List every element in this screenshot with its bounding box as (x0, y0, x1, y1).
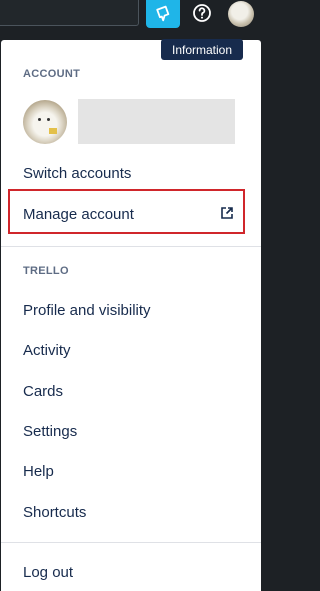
help-icon (193, 4, 211, 22)
log-out-item[interactable]: Log out (23, 564, 73, 581)
manage-account-item[interactable]: Manage account (23, 206, 134, 223)
account-menu: ACCOUNT Switch accounts Manage account T… (1, 40, 261, 591)
external-link-icon (221, 207, 233, 219)
notification-icon (156, 5, 170, 22)
cards-item[interactable]: Cards (23, 383, 63, 400)
divider (1, 542, 261, 543)
trello-section-title: TRELLO (23, 265, 69, 277)
search-field[interactable] (0, 0, 139, 26)
profile-visibility-item[interactable]: Profile and visibility (23, 302, 151, 319)
settings-item[interactable]: Settings (23, 423, 77, 440)
switch-accounts-item[interactable]: Switch accounts (23, 165, 131, 182)
account-avatar (23, 100, 67, 144)
shortcuts-item[interactable]: Shortcuts (23, 504, 86, 521)
help-item[interactable]: Help (23, 463, 54, 480)
information-tooltip: Information (161, 39, 243, 60)
activity-item[interactable]: Activity (23, 342, 71, 359)
top-bar (0, 0, 263, 30)
account-section-title: ACCOUNT (23, 68, 81, 80)
avatar[interactable] (228, 1, 254, 27)
help-button[interactable] (191, 2, 213, 24)
account-details (78, 99, 235, 144)
notification-button[interactable] (146, 0, 180, 28)
divider (1, 246, 261, 247)
